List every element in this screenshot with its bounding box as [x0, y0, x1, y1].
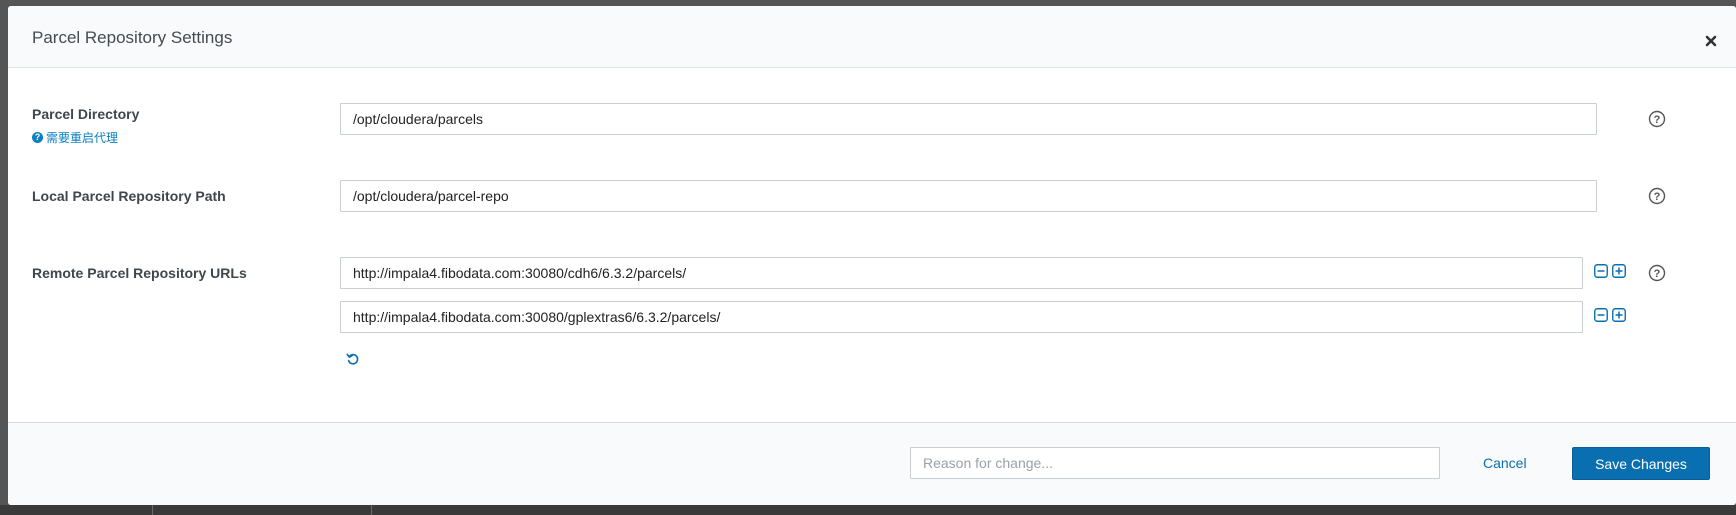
- remove-url-button[interactable]: [1594, 308, 1608, 322]
- remote-repo-url-input[interactable]: [340, 257, 1583, 289]
- remote-repo-url-input[interactable]: [340, 301, 1583, 333]
- help-icon[interactable]: ?: [1648, 110, 1666, 128]
- local-repo-path-input[interactable]: [340, 180, 1597, 212]
- close-icon: [1705, 35, 1717, 47]
- modal-footer: Cancel Save Changes: [8, 422, 1736, 505]
- help-icon[interactable]: ?: [1648, 264, 1666, 282]
- restart-agent-note-text: 需要重启代理: [46, 131, 119, 145]
- svg-text:?: ?: [1654, 268, 1661, 280]
- svg-text:?: ?: [1654, 114, 1661, 126]
- parcel-directory-label: Parcel Directory: [32, 106, 140, 122]
- remote-repo-urls-label: Remote Parcel Repository URLs: [32, 265, 247, 281]
- add-url-button[interactable]: [1612, 264, 1626, 278]
- svg-text:?: ?: [1654, 191, 1661, 203]
- background-divider: [152, 505, 153, 515]
- background-divider: [371, 505, 372, 515]
- reason-for-change-input[interactable]: [910, 447, 1440, 479]
- close-button[interactable]: [1700, 30, 1722, 52]
- background-page: [0, 505, 1736, 515]
- parcel-settings-modal: Parcel Repository Settings Parcel Direct…: [8, 6, 1736, 505]
- modal-title: Parcel Repository Settings: [32, 28, 233, 47]
- remove-url-button[interactable]: [1594, 264, 1608, 278]
- modal-header: Parcel Repository Settings: [8, 6, 1736, 68]
- revert-icon[interactable]: [346, 352, 360, 366]
- local-repo-path-label: Local Parcel Repository Path: [32, 188, 226, 204]
- question-circle-icon: ?: [32, 132, 43, 143]
- parcel-directory-input[interactable]: [340, 103, 1597, 135]
- save-changes-button[interactable]: Save Changes: [1572, 447, 1710, 480]
- restart-agent-note[interactable]: ? 需要重启代理: [32, 129, 118, 146]
- add-url-button[interactable]: [1612, 308, 1626, 322]
- help-icon[interactable]: ?: [1648, 187, 1666, 205]
- cancel-button[interactable]: Cancel: [1483, 455, 1527, 471]
